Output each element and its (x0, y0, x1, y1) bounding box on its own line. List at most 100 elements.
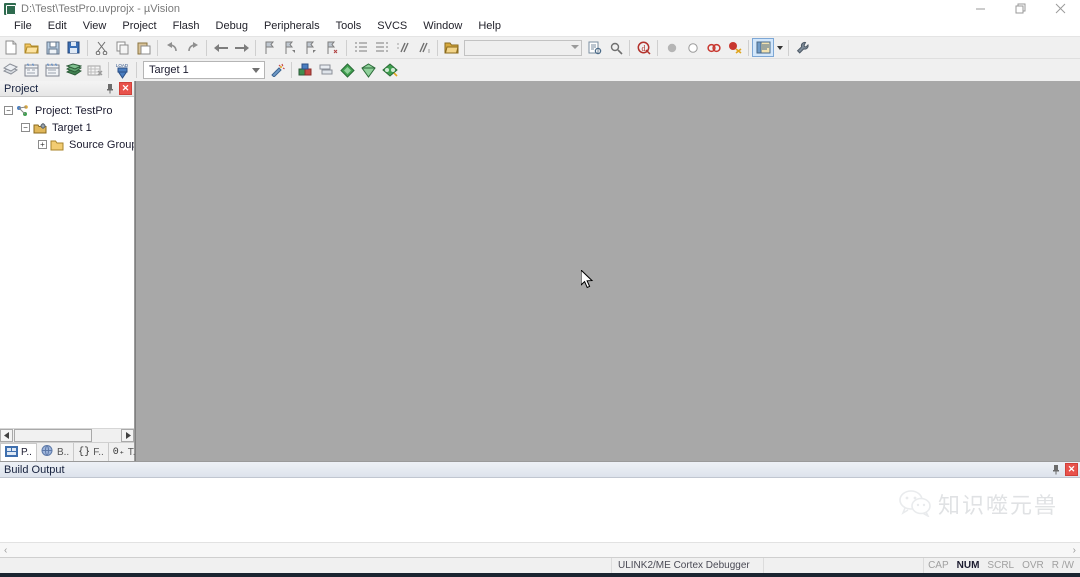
menu-tools[interactable]: Tools (328, 17, 370, 36)
build-output-hscrollbar[interactable]: ‹ › (0, 542, 1080, 557)
status-cap: CAP (928, 560, 949, 571)
new-file-icon[interactable] (0, 38, 21, 58)
kill-all-breakpoints-icon[interactable] (724, 38, 745, 58)
expander-icon[interactable]: − (21, 123, 30, 132)
menu-window[interactable]: Window (415, 17, 470, 36)
tab-books[interactable]: B.. (37, 443, 75, 461)
cut-icon[interactable] (91, 38, 112, 58)
chevron-down-icon[interactable] (571, 44, 579, 49)
window-layout-dropdown[interactable] (774, 38, 785, 58)
enable-breakpoint-icon[interactable] (682, 38, 703, 58)
batch-build-icon[interactable] (63, 60, 84, 80)
pin-icon[interactable] (104, 82, 116, 95)
workspace: Project ✕ − Project: TestPro − Target 1 … (0, 81, 1080, 461)
scroll-thumb[interactable] (14, 429, 92, 442)
minimize-button[interactable] (960, 0, 1000, 17)
tab-project[interactable]: P.. (0, 443, 37, 461)
project-icon (16, 104, 31, 117)
chevron-down-icon[interactable] (252, 68, 260, 73)
download-flash-icon[interactable]: LOAD (112, 60, 133, 80)
menu-view[interactable]: View (75, 17, 115, 36)
project-tree: − Project: TestPro − Target 1 + Source G… (0, 97, 134, 428)
translate-file-icon[interactable] (0, 60, 21, 80)
uncomment-lines-icon[interactable] (413, 38, 434, 58)
indent-left-icon[interactable] (371, 38, 392, 58)
tree-node-project[interactable]: − Project: TestPro (0, 102, 134, 119)
menu-debug[interactable]: Debug (208, 17, 256, 36)
close-button[interactable] (1040, 0, 1080, 17)
menu-file[interactable]: File (6, 17, 40, 36)
expander-icon[interactable]: + (38, 140, 47, 149)
insert-breakpoint-icon[interactable] (661, 38, 682, 58)
search-input[interactable] (464, 39, 582, 56)
tab-label: P.. (21, 447, 32, 458)
bookmark-clear-icon[interactable] (322, 38, 343, 58)
status-scrl: SCRL (987, 560, 1015, 571)
status-spacer (764, 557, 925, 574)
wechat-icon (898, 489, 932, 520)
paste-icon[interactable] (133, 38, 154, 58)
window-layout-button[interactable] (752, 38, 774, 57)
pack-installer-icon[interactable] (337, 60, 358, 80)
build-output-text[interactable]: 知识噬元兽 (0, 478, 1080, 542)
tree-node-source-group[interactable]: + Source Group (0, 136, 134, 153)
scroll-left-arrow[interactable] (0, 429, 13, 442)
scroll-left-arrow[interactable]: ‹ (4, 545, 7, 556)
incremental-find-icon[interactable] (605, 38, 626, 58)
indent-right-icon[interactable] (350, 38, 371, 58)
pin-icon[interactable] (1050, 463, 1062, 476)
menu-peripherals[interactable]: Peripherals (256, 17, 328, 36)
status-message (0, 557, 612, 574)
navigate-forward-icon[interactable] (231, 38, 252, 58)
close-icon[interactable]: ✕ (1065, 463, 1078, 476)
menu-flash[interactable]: Flash (165, 17, 208, 36)
bookmark-toggle-icon[interactable] (259, 38, 280, 58)
restore-button[interactable] (1000, 0, 1040, 17)
scroll-right-arrow[interactable]: › (1073, 545, 1076, 556)
menu-edit[interactable]: Edit (40, 17, 75, 36)
close-icon[interactable]: ✕ (119, 82, 132, 95)
file-toolbar: d (0, 36, 1080, 58)
save-file-icon[interactable] (42, 38, 63, 58)
manage-run-time-env-icon[interactable] (379, 60, 400, 80)
menu-help[interactable]: Help (470, 17, 509, 36)
configure-target-icon[interactable] (267, 60, 288, 80)
bookmark-next-icon[interactable] (301, 38, 322, 58)
rebuild-all-icon[interactable] (42, 60, 63, 80)
folder-icon (50, 138, 65, 151)
open-file-icon[interactable] (21, 38, 42, 58)
navigate-back-icon[interactable] (210, 38, 231, 58)
tab-functions[interactable]: {} F.. (74, 443, 109, 461)
configure-tools-icon[interactable] (792, 38, 813, 58)
project-panel: Project ✕ − Project: TestPro − Target 1 … (0, 81, 144, 461)
comment-lines-icon[interactable] (392, 38, 413, 58)
disable-all-breakpoints-icon[interactable] (703, 38, 724, 58)
menu-svcs[interactable]: SVCS (369, 17, 415, 36)
debug-session-icon[interactable]: d (633, 38, 654, 58)
title-bar: D:\Test\TestPro.uvprojx - µVision (0, 0, 1080, 17)
project-hscrollbar[interactable] (0, 428, 134, 442)
status-bar: ULINK2/ME Cortex Debugger CAP NUM SCRL O… (0, 557, 1080, 574)
expander-icon[interactable]: − (4, 106, 13, 115)
manage-components-icon[interactable] (295, 60, 316, 80)
manage-multi-project-icon[interactable] (316, 60, 337, 80)
redo-icon[interactable] (182, 38, 203, 58)
save-all-icon[interactable] (63, 38, 84, 58)
editor-mdi-area[interactable] (135, 81, 1080, 461)
open-folder-icon[interactable] (441, 38, 462, 58)
scroll-right-arrow[interactable] (121, 429, 134, 442)
select-software-packs-icon[interactable] (358, 60, 379, 80)
copy-icon[interactable] (112, 38, 133, 58)
tree-node-target[interactable]: − Target 1 (0, 119, 134, 136)
target-select[interactable]: Target 1 (143, 61, 265, 79)
books-tab-icon (41, 445, 54, 459)
find-in-files-icon[interactable] (584, 38, 605, 58)
menu-project[interactable]: Project (114, 17, 164, 36)
stop-build-icon[interactable] (84, 60, 105, 80)
undo-icon[interactable] (161, 38, 182, 58)
build-target-icon[interactable] (21, 60, 42, 80)
toolbar-separator (437, 39, 438, 56)
toolbar-separator (291, 62, 292, 78)
bookmark-prev-icon[interactable] (280, 38, 301, 58)
toolbar-separator (87, 39, 88, 56)
